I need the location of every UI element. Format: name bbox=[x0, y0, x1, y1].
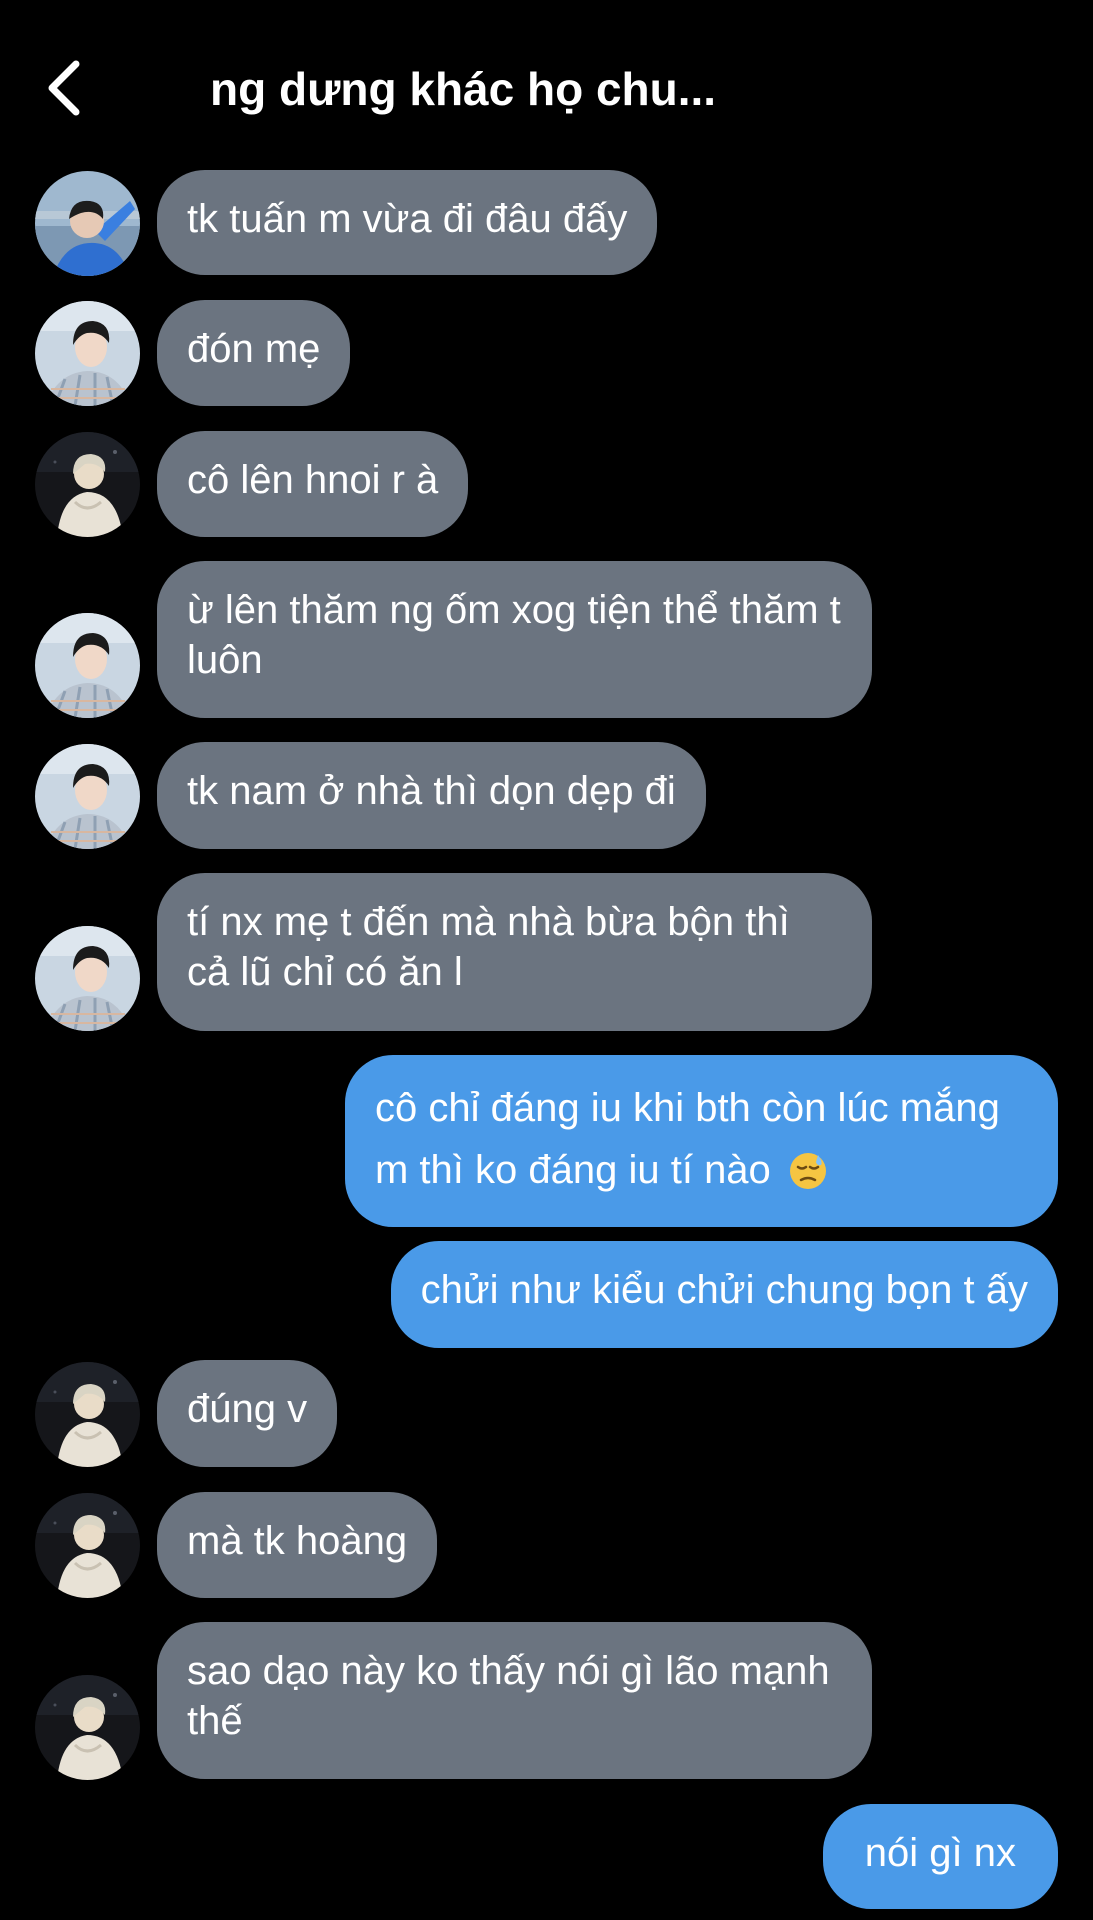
message-text: chửi như kiểu chửi chung bọn t ấy bbox=[420, 1268, 1028, 1312]
message-text: ừ lên thăm ng ốm xog tiện thể thăm t luô… bbox=[187, 588, 841, 682]
avatar[interactable] bbox=[35, 1675, 140, 1780]
avatar[interactable] bbox=[35, 171, 140, 276]
avatar[interactable] bbox=[35, 926, 140, 1031]
avatar[interactable] bbox=[35, 744, 140, 849]
message-bubble-incoming[interactable]: ừ lên thăm ng ốm xog tiện thể thăm t luô… bbox=[157, 561, 872, 718]
message-bubble-incoming[interactable]: tí nx mẹ t đến mà nhà bừa bộn thì cả lũ … bbox=[157, 873, 872, 1031]
message-bubble-incoming[interactable]: sao dạo này ko thấy nói gì lão mạnh thế bbox=[157, 1622, 872, 1779]
chat-title[interactable]: ng dưng khác họ chu... bbox=[210, 58, 716, 120]
message-text: đúng v bbox=[187, 1387, 308, 1431]
message-bubble-incoming[interactable]: tk tuấn m vừa đi đâu đấy bbox=[157, 170, 658, 275]
message-bubble-outgoing[interactable]: nói gì nx bbox=[822, 1804, 1058, 1909]
message-bubble-outgoing[interactable]: cô chỉ đáng iu khi bth còn lúc mắng m th… bbox=[345, 1055, 1058, 1227]
message-bubble-incoming[interactable]: cô lên hnoi r à bbox=[157, 431, 469, 537]
message-bubble-outgoing[interactable]: chửi như kiểu chửi chung bọn t ấy bbox=[390, 1241, 1058, 1348]
message-bubble-incoming[interactable]: mà tk hoàng bbox=[157, 1492, 438, 1598]
message-text: nói gì nx bbox=[864, 1831, 1016, 1875]
message-text: tk tuấn m vừa đi đâu đấy bbox=[187, 197, 628, 241]
avatar[interactable] bbox=[35, 1362, 140, 1467]
message-text: cô chỉ đáng iu khi bth còn lúc mắng m th… bbox=[375, 1086, 1000, 1192]
message-text: tk nam ở nhà thì dọn dẹp đi bbox=[187, 769, 676, 813]
message-text: đón mẹ bbox=[187, 327, 321, 371]
back-button[interactable] bbox=[42, 58, 92, 118]
chevron-left-icon bbox=[48, 60, 80, 116]
message-bubble-incoming[interactable]: đón mẹ bbox=[157, 300, 351, 406]
chat-header: ng dưng khác họ chu... bbox=[0, 0, 1093, 170]
message-text: mà tk hoàng bbox=[187, 1519, 408, 1563]
avatar[interactable] bbox=[35, 301, 140, 406]
message-text: tí nx mẹ t đến mà nhà bừa bộn thì cả lũ … bbox=[187, 900, 790, 994]
message-bubble-incoming[interactable]: tk nam ở nhà thì dọn dẹp đi bbox=[157, 742, 706, 849]
message-text: cô lên hnoi r à bbox=[187, 458, 439, 502]
downcast-sweat-emoji-icon bbox=[788, 1147, 828, 1209]
avatar[interactable] bbox=[35, 432, 140, 537]
avatar[interactable] bbox=[35, 1493, 140, 1598]
avatar[interactable] bbox=[35, 613, 140, 718]
message-bubble-incoming[interactable]: đúng v bbox=[157, 1360, 338, 1467]
message-text: sao dạo này ko thấy nói gì lão mạnh thế bbox=[187, 1649, 830, 1743]
